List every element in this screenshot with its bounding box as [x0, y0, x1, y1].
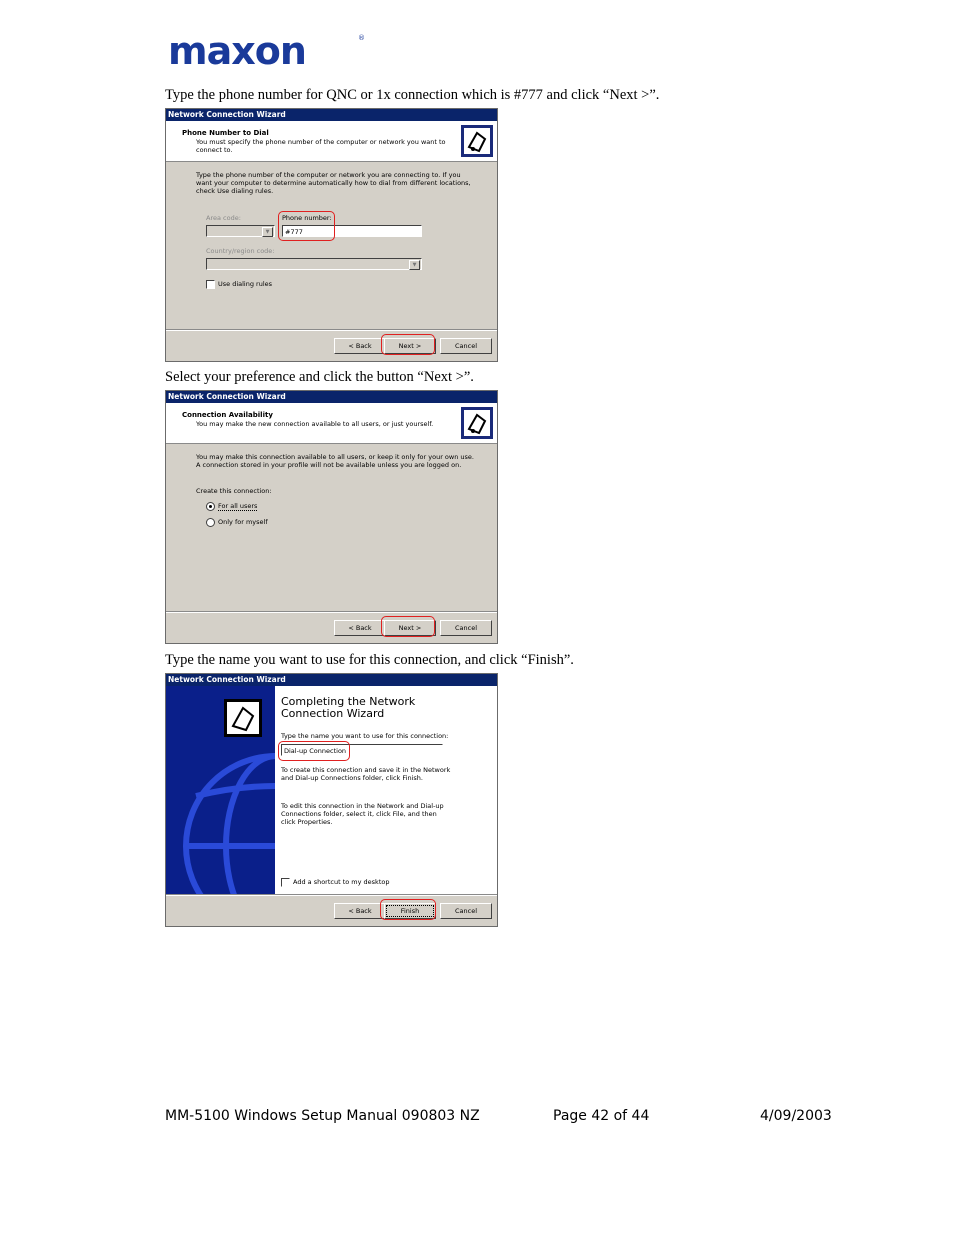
highlight-phone	[278, 211, 335, 241]
logo-text: maxon	[168, 30, 306, 70]
globe-icon	[183, 699, 275, 896]
radio-only-myself[interactable]	[206, 518, 215, 527]
header-title: Phone Number to Dial	[182, 129, 269, 137]
button-bar: < Back Next > Cancel	[166, 330, 497, 361]
button-bar: < Back Finish Cancel	[166, 895, 497, 926]
chevron-down-icon: ▼	[262, 227, 273, 237]
phone-icon	[461, 125, 493, 157]
footer-doc-title: MM-5100 Windows Setup Manual 090803 NZ	[165, 1108, 480, 1124]
svg-text:®: ®	[358, 34, 365, 42]
maxon-logo: maxon ®	[168, 29, 368, 73]
area-code-label: Area code:	[206, 214, 241, 222]
radio-all-users[interactable]	[206, 502, 215, 511]
dialog-header: Phone Number to Dial You must specify th…	[166, 121, 497, 162]
instruction-2: Select your preference and click the but…	[165, 369, 474, 385]
footer-page-number: Page 42 of 44	[553, 1108, 650, 1124]
radio-only-myself-label: Only for myself	[218, 518, 268, 526]
highlight-name	[278, 741, 350, 761]
highlight-next	[381, 334, 435, 355]
chevron-down-icon: ▼	[409, 260, 420, 270]
highlight-next	[381, 616, 435, 637]
country-code-label: Country/region code:	[206, 247, 275, 255]
create-connection-label: Create this connection:	[196, 487, 272, 495]
area-code-select[interactable]: ▼	[206, 225, 275, 237]
dialog-phone-number: Network Connection Wizard Phone Number t…	[165, 108, 498, 362]
use-dialing-rules-label: Use dialing rules	[218, 280, 273, 288]
button-bar: < Back Next > Cancel	[166, 612, 497, 643]
back-button[interactable]: < Back	[334, 903, 386, 919]
footer-date: 4/09/2003	[760, 1108, 832, 1124]
dialog-title: Network Connection Wizard	[166, 109, 497, 121]
dialog-title: Network Connection Wizard	[166, 674, 497, 686]
dialog-connection-availability: Network Connection Wizard Connection Ava…	[165, 390, 498, 644]
body-text: Type the phone number of the computer or…	[196, 171, 471, 195]
radio-all-users-label: For all users	[218, 502, 258, 511]
dialog-completing: Network Connection Wizard Completing the…	[165, 673, 498, 927]
add-shortcut-checkbox[interactable]	[281, 878, 290, 887]
wizard-heading: Completing the Network Connection Wizard	[281, 695, 416, 720]
cancel-button[interactable]: Cancel	[440, 903, 492, 919]
cancel-button[interactable]: Cancel	[440, 620, 492, 636]
dialog-header: Connection Availability You may make the…	[166, 403, 497, 444]
phone-icon	[461, 407, 493, 439]
back-button[interactable]: < Back	[334, 620, 386, 636]
cancel-button[interactable]: Cancel	[440, 338, 492, 354]
wizard-banner	[166, 686, 275, 896]
dialog-title: Network Connection Wizard	[166, 391, 497, 403]
edit-paragraph: To edit this connection in the Network a…	[281, 802, 444, 826]
back-button[interactable]: < Back	[334, 338, 386, 354]
add-shortcut-label: Add a shortcut to my desktop	[293, 878, 390, 886]
header-subtitle: You may make the new connection availabl…	[196, 420, 434, 428]
use-dialing-rules-checkbox[interactable]	[206, 280, 215, 289]
highlight-finish	[380, 899, 436, 920]
header-title: Connection Availability	[182, 411, 273, 419]
header-subtitle: You must specify the phone number of the…	[196, 138, 446, 154]
connection-name-label: Type the name you want to use for this c…	[281, 732, 449, 740]
country-code-select[interactable]: ▼	[206, 258, 422, 270]
instruction-3: Type the name you want to use for this c…	[165, 652, 574, 668]
instruction-1: Type the phone number for QNC or 1x conn…	[165, 87, 660, 103]
finish-paragraph: To create this connection and save it in…	[281, 766, 451, 782]
body-text: You may make this connection available t…	[196, 453, 474, 469]
